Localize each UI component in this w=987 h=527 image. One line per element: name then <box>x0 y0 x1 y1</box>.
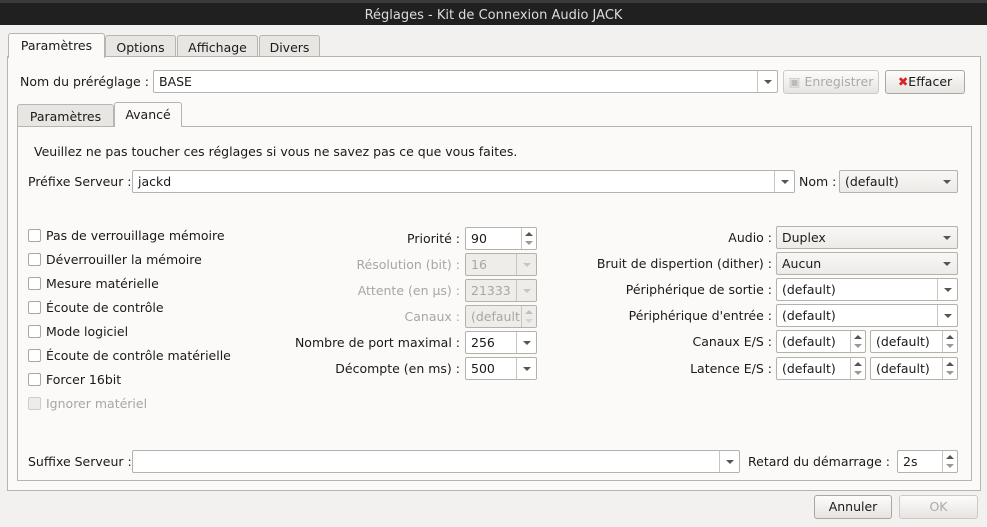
cancel-button[interactable]: Annuler <box>814 495 892 519</box>
max-port-combo[interactable]: 256 <box>465 331 537 354</box>
chevron-down-icon[interactable] <box>774 171 794 192</box>
server-prefix-combo[interactable]: jackd <box>132 170 795 193</box>
preset-value: BASE <box>159 74 192 89</box>
tab-options[interactable]: Options <box>105 35 176 57</box>
resolution-label: Résolution (bit) : <box>356 257 460 272</box>
inner-tab-parametres[interactable]: Paramètres <box>17 104 114 126</box>
timeout-combo[interactable]: 21333 <box>465 279 537 302</box>
checkbox-no-memlock[interactable]: Pas de verrouillage mémoire <box>28 228 225 244</box>
input-device-combo[interactable]: (default) <box>776 304 958 327</box>
preset-label: Nom du préréglage : <box>20 74 149 89</box>
checkbox-hw-meter[interactable]: Mesure matérielle <box>28 276 159 292</box>
delete-icon: ✖ <box>897 74 909 89</box>
start-delay-spinbox[interactable]: 2s <box>897 450 958 473</box>
name-label: Nom : <box>799 174 837 189</box>
start-delay-label: Retard du démarrage : <box>748 454 891 469</box>
tab-divers[interactable]: Divers <box>259 35 320 57</box>
timeout-ms-combo[interactable]: 500 <box>465 357 537 380</box>
tab-parametres[interactable]: Paramètres <box>8 33 105 58</box>
inner-tab-avance[interactable]: Avancé <box>114 102 182 127</box>
save-button[interactable]: ▣ Enregistrer <box>783 70 879 94</box>
timeout-ms-label: Décompte (en ms) : <box>335 361 460 376</box>
io-channels-label: Canaux E/S : <box>692 334 773 349</box>
chevron-down-icon[interactable] <box>757 71 777 92</box>
timeout-label: Attente (en µs) : <box>357 283 460 298</box>
save-icon: ▣ <box>788 74 801 89</box>
warning-text: Veuillez ne pas toucher ces réglages si … <box>34 144 518 159</box>
in-latency-spinbox[interactable]: (default) <box>776 357 866 380</box>
tab-affichage[interactable]: Affichage <box>177 35 258 57</box>
checkbox-ignore-hw[interactable]: Ignorer matériel <box>28 396 147 412</box>
chevron-down-icon[interactable] <box>937 171 957 192</box>
dither-label: Bruit de dispertion (dither) : <box>596 256 772 271</box>
io-latency-label: Latence E/S : <box>690 361 772 376</box>
server-suffix-combo[interactable] <box>132 450 740 473</box>
dither-combo[interactable]: Aucun <box>776 252 958 275</box>
channels-label: Canaux : <box>404 309 460 324</box>
audio-combo[interactable]: Duplex <box>776 226 958 249</box>
checkbox-unlock-memory[interactable]: Déverrouiller la mémoire <box>28 252 202 268</box>
checkbox-soft-mode[interactable]: Mode logiciel <box>28 324 128 340</box>
name-combo[interactable]: (default) <box>839 170 958 193</box>
out-latency-spinbox[interactable]: (default) <box>870 357 958 380</box>
input-device-label: Périphérique d'entrée : <box>628 308 772 323</box>
resolution-combo[interactable]: 16 <box>465 253 537 276</box>
out-channels-spinbox[interactable]: (default) <box>870 330 958 353</box>
delete-button[interactable]: ✖Effacer <box>885 70 965 94</box>
preset-combo[interactable]: BASE <box>153 70 778 93</box>
server-prefix-label: Préfixe Serveur : <box>28 174 132 189</box>
server-suffix-label: Suffixe Serveur : <box>28 454 132 469</box>
title-bar: Réglages - Kit de Connexion Audio JACK <box>0 0 987 25</box>
channels-spinbox[interactable]: (default) <box>465 305 537 328</box>
checkbox-force-16bit[interactable]: Forcer 16bit <box>28 372 121 388</box>
checkbox-hw-monitor[interactable]: Écoute de contrôle matérielle <box>28 348 231 364</box>
checkbox-monitor[interactable]: Écoute de contrôle <box>28 300 164 316</box>
max-port-label: Nombre de port maximal : <box>294 335 460 350</box>
priority-label: Priorité : <box>407 231 460 246</box>
output-device-combo[interactable]: (default) <box>776 278 958 301</box>
output-device-label: Périphérique de sortie : <box>625 282 772 297</box>
ok-button[interactable]: OK <box>899 495 978 519</box>
in-channels-spinbox[interactable]: (default) <box>776 330 866 353</box>
priority-spinbox[interactable]: 90 <box>465 227 537 250</box>
audio-label: Audio : <box>728 230 772 245</box>
